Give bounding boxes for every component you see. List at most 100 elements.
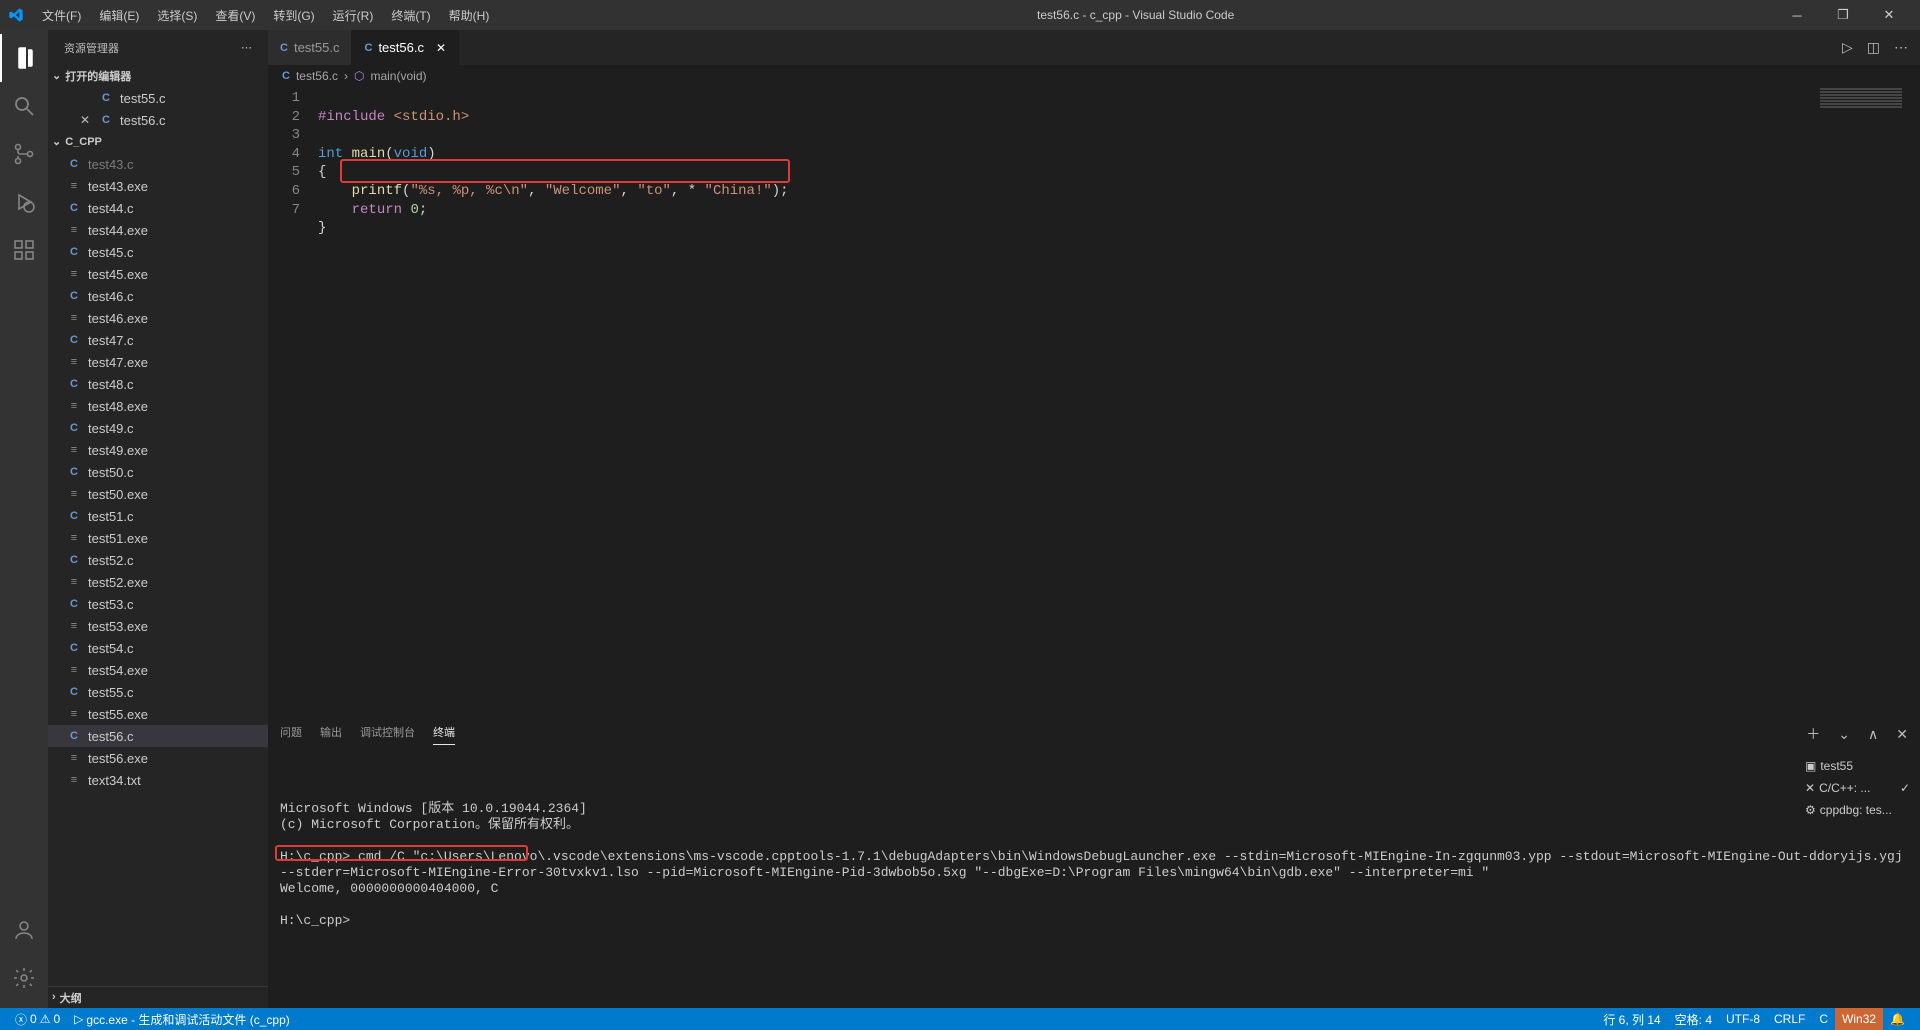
file-name: test53.c — [88, 597, 134, 612]
code-content[interactable]: #include <stdio.h> int main(void) { prin… — [318, 87, 1920, 718]
minimize-button[interactable]: ─ — [1774, 0, 1820, 30]
file-name: test54.exe — [88, 663, 148, 678]
outline-section[interactable]: › 大纲 — [48, 986, 268, 1008]
more-icon[interactable]: ⋯ — [1894, 39, 1908, 56]
menu-item[interactable]: 运行(R) — [325, 3, 382, 28]
file-item[interactable]: Ctest51.c — [48, 505, 268, 527]
panel-tab[interactable]: 问题 — [280, 724, 302, 744]
file-item[interactable]: ≡test54.exe — [48, 659, 268, 681]
minimap[interactable] — [1816, 87, 1906, 147]
status-lang[interactable]: C — [1812, 1008, 1835, 1030]
menu-item[interactable]: 终端(T) — [383, 3, 438, 28]
status-debug-config[interactable]: ▷ gcc.exe - 生成和调试活动文件 (c_cpp) — [67, 1008, 297, 1030]
file-item[interactable]: Ctest48.c — [48, 373, 268, 395]
file-item[interactable]: Ctest46.c — [48, 285, 268, 307]
file-item[interactable]: Ctest56.c — [48, 725, 268, 747]
explorer-icon[interactable] — [0, 34, 48, 82]
menu-item[interactable]: 选择(S) — [149, 3, 205, 28]
close-icon[interactable]: ✕ — [436, 41, 446, 55]
breadcrumb-symbol[interactable]: main(void) — [370, 69, 426, 83]
run-icon[interactable]: ▷ — [1842, 39, 1853, 56]
file-item[interactable]: ≡test53.exe — [48, 615, 268, 637]
exe-file-icon: ≡ — [66, 266, 82, 282]
more-icon[interactable]: ⋯ — [241, 41, 252, 54]
file-item[interactable]: ≡test45.exe — [48, 263, 268, 285]
maximize-button[interactable]: ❐ — [1820, 0, 1866, 30]
bottom-panel: 问题输出调试控制台终端 ＋ ⌄ ∧ ✕ Microsoft Windows [版本 10… — [268, 718, 1920, 1008]
extensions-icon[interactable] — [0, 226, 48, 274]
open-editors-section[interactable]: ⌄ 打开的编辑器 — [48, 65, 268, 87]
menu-item[interactable]: 编辑(E) — [91, 3, 147, 28]
status-lncol[interactable]: 行 6, 列 14 — [1596, 1008, 1667, 1030]
file-name: test49.exe — [88, 443, 148, 458]
file-item[interactable]: ≡test49.exe — [48, 439, 268, 461]
c-file-icon: C — [66, 376, 82, 392]
close-icon[interactable]: ✕ — [78, 113, 92, 127]
status-eol[interactable]: CRLF — [1767, 1008, 1812, 1030]
run-debug-icon[interactable] — [0, 178, 48, 226]
status-spaces[interactable]: 空格: 4 — [1668, 1008, 1719, 1030]
file-item[interactable]: ≡test55.exe — [48, 703, 268, 725]
terminal-session-item[interactable]: ▣test55 — [1805, 755, 1910, 777]
open-editor-item[interactable]: ✕Ctest56.c — [48, 109, 268, 131]
menu-item[interactable]: 转到(G) — [265, 3, 322, 28]
editor-tab[interactable]: Ctest55.c — [268, 30, 352, 65]
close-button[interactable]: ✕ — [1866, 0, 1912, 30]
file-item[interactable]: Ctest49.c — [48, 417, 268, 439]
terminal-session-item[interactable]: ⚙cppdbg: tes... — [1805, 799, 1910, 821]
menu-item[interactable]: 查看(V) — [207, 3, 263, 28]
file-item[interactable]: Ctest47.c — [48, 329, 268, 351]
new-terminal-icon[interactable]: ＋ — [1806, 724, 1820, 744]
file-item[interactable]: ≡test44.exe — [48, 219, 268, 241]
file-item[interactable]: ≡test56.exe — [48, 747, 268, 769]
file-item[interactable]: ≡text34.txt — [48, 769, 268, 791]
file-item[interactable]: Ctest54.c — [48, 637, 268, 659]
folder-section[interactable]: ⌄ C_CPP — [48, 131, 268, 153]
code-editor[interactable]: 1234567 #include <stdio.h> int main(void… — [268, 87, 1920, 718]
settings-gear-icon[interactable] — [0, 954, 48, 1002]
file-name: test44.exe — [88, 223, 148, 238]
source-control-icon[interactable] — [0, 130, 48, 178]
status-errors[interactable]: ⓧ0 ⚠0 — [8, 1008, 67, 1030]
panel-tab[interactable]: 终端 — [433, 724, 455, 745]
file-item[interactable]: ≡test46.exe — [48, 307, 268, 329]
panel-tab[interactable]: 输出 — [320, 724, 342, 744]
txt-file-icon: ≡ — [66, 772, 82, 788]
terminal-session-item[interactable]: ✕C/C++: ...✓ — [1805, 777, 1910, 799]
file-item[interactable]: ≡test47.exe — [48, 351, 268, 373]
search-icon[interactable] — [0, 82, 48, 130]
split-icon[interactable]: ◫ — [1867, 39, 1880, 56]
open-editor-item[interactable]: Ctest55.c — [48, 87, 268, 109]
file-item[interactable]: Ctest50.c — [48, 461, 268, 483]
file-item[interactable]: Ctest53.c — [48, 593, 268, 615]
c-file-icon: C — [280, 42, 288, 54]
file-item[interactable]: Ctest44.c — [48, 197, 268, 219]
file-item[interactable]: Ctest52.c — [48, 549, 268, 571]
tab-label: test56.c — [378, 40, 424, 55]
breadcrumb-file[interactable]: test56.c — [296, 69, 338, 83]
status-bell-icon[interactable]: 🔔 — [1883, 1008, 1912, 1030]
file-item[interactable]: Ctest55.c — [48, 681, 268, 703]
menu-item[interactable]: 帮助(H) — [441, 3, 498, 28]
file-name: test56.c — [120, 113, 166, 128]
status-encoding[interactable]: UTF-8 — [1719, 1008, 1767, 1030]
c-file-icon: C — [66, 464, 82, 480]
maximize-panel-icon[interactable]: ∧ — [1868, 726, 1878, 743]
tab-label: test55.c — [294, 40, 340, 55]
file-item[interactable]: ≡test43.exe — [48, 175, 268, 197]
menu-item[interactable]: 文件(F) — [34, 3, 89, 28]
file-item[interactable]: ≡test52.exe — [48, 571, 268, 593]
panel-tab[interactable]: 调试控制台 — [360, 724, 415, 744]
file-item[interactable]: ≡test51.exe — [48, 527, 268, 549]
file-item[interactable]: ≡test48.exe — [48, 395, 268, 417]
accounts-icon[interactable] — [0, 906, 48, 954]
file-item[interactable]: Ctest45.c — [48, 241, 268, 263]
close-panel-icon[interactable]: ✕ — [1896, 726, 1908, 743]
terminal[interactable]: Microsoft Windows [版本 10.0.19044.2364](c… — [268, 749, 1920, 1008]
file-item[interactable]: Ctest43.c — [48, 153, 268, 175]
editor-tab[interactable]: Ctest56.c✕ — [352, 30, 459, 65]
dropdown-icon[interactable]: ⌄ — [1838, 726, 1850, 743]
file-item[interactable]: ≡test50.exe — [48, 483, 268, 505]
status-platform[interactable]: Win32 — [1835, 1008, 1883, 1030]
breadcrumb[interactable]: C test56.c › ⬡ main(void) — [268, 65, 1920, 87]
